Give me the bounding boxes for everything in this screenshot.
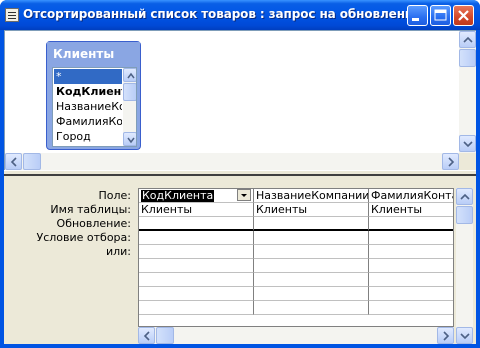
- maximize-icon: [434, 9, 447, 21]
- grid-cell-empty[interactable]: [369, 259, 453, 273]
- grid-hscroll-thumb[interactable]: [156, 327, 174, 344]
- maximize-button[interactable]: [430, 5, 451, 26]
- grid-hscrollbar[interactable]: [138, 327, 454, 344]
- chevron-up-icon: [460, 193, 470, 200]
- field-dropdown-button[interactable]: [237, 189, 251, 201]
- grid-cell-or[interactable]: [369, 245, 453, 259]
- field-list-scrollbar[interactable]: [123, 68, 136, 146]
- grid-cell-empty[interactable]: [254, 287, 369, 301]
- table-area-scroll-up[interactable]: [459, 31, 476, 48]
- chevron-down-icon: [460, 333, 470, 340]
- row-label-criteria: Условие отбора:: [36, 231, 132, 244]
- row-label-table: Имя таблицы:: [50, 203, 131, 216]
- field-list-scroll-down[interactable]: [123, 132, 136, 146]
- grid-cell-criteria[interactable]: [369, 231, 453, 245]
- close-button[interactable]: [453, 5, 474, 26]
- field-list-scroll-up[interactable]: [123, 68, 136, 82]
- table-area-hscroll-thumb[interactable]: [23, 153, 41, 170]
- field-list-item[interactable]: ФамилияКонтакта: [54, 114, 122, 129]
- grid-scroll-right[interactable]: [437, 327, 454, 344]
- grid-cell-empty[interactable]: [254, 259, 369, 273]
- table-list-box[interactable]: Клиенты * КодКлиента НазваниеКомпании Фа…: [46, 41, 141, 150]
- chevron-down-icon: [241, 194, 247, 197]
- table-area[interactable]: Клиенты * КодКлиента НазваниеКомпании Фа…: [4, 30, 476, 170]
- field-list-scroll-thumb[interactable]: [123, 83, 136, 101]
- field-list-item[interactable]: *: [54, 69, 122, 84]
- grid-scroll-up[interactable]: [456, 188, 473, 205]
- grid-cell-update[interactable]: [254, 217, 369, 231]
- chevron-right-icon: [443, 331, 450, 341]
- window-client-area: Клиенты * КодКлиента НазваниеКомпании Фа…: [4, 30, 476, 344]
- chevron-down-icon: [463, 141, 473, 148]
- grid-scroll-left[interactable]: [138, 327, 155, 344]
- field-list[interactable]: * КодКлиента НазваниеКомпании ФамилияКон…: [52, 67, 137, 147]
- row-label-field: Поле:: [98, 189, 131, 202]
- window-title: Отсортированный список товаров : запрос …: [23, 7, 422, 21]
- grid-cell-update[interactable]: [369, 217, 453, 231]
- chevron-down-icon: [127, 137, 135, 144]
- field-value: КодКлиента: [141, 189, 215, 202]
- grid-cell-empty[interactable]: [139, 301, 254, 315]
- grid-cell-empty[interactable]: [369, 273, 453, 287]
- scroll-corner: [459, 153, 476, 170]
- grid-cell-table[interactable]: Клиенты: [254, 203, 369, 217]
- grid-vscrollbar[interactable]: [456, 188, 473, 344]
- chevron-left-icon: [10, 157, 17, 167]
- field-list-item[interactable]: Город: [54, 129, 122, 144]
- grid-cell-empty[interactable]: [254, 273, 369, 287]
- query-window: Отсортированный список товаров : запрос …: [0, 0, 480, 348]
- chevron-right-icon: [448, 157, 455, 167]
- grid-cell-update[interactable]: [139, 217, 254, 231]
- field-list-item[interactable]: НазваниеКомпании: [54, 99, 122, 114]
- row-label-update: Обновление:: [56, 217, 131, 230]
- row-label-or: или:: [105, 245, 131, 258]
- table-area-vscroll-thumb[interactable]: [459, 49, 476, 67]
- design-grid[interactable]: КодКлиента Клиенты НазваниеКомпании Клие…: [138, 188, 454, 327]
- chevron-up-icon: [463, 36, 473, 43]
- table-area-scroll-left[interactable]: [5, 153, 22, 170]
- grid-vscroll-thumb[interactable]: [456, 206, 473, 224]
- query-window-icon[interactable]: [5, 8, 19, 22]
- grid-cell-empty[interactable]: [254, 301, 369, 315]
- table-area-scroll-down[interactable]: [459, 135, 476, 152]
- grid-cell-criteria[interactable]: [254, 231, 369, 245]
- grid-cell-field[interactable]: ФамилияКонтакта: [369, 189, 453, 203]
- design-grid-area: Поле: Имя таблицы: Обновление: Условие о…: [4, 176, 476, 344]
- grid-cell-field[interactable]: КодКлиента: [139, 189, 254, 203]
- title-bar[interactable]: Отсортированный список товаров : запрос …: [0, 0, 480, 30]
- chevron-left-icon: [143, 331, 150, 341]
- chevron-up-icon: [127, 72, 135, 79]
- grid-cell-empty[interactable]: [369, 287, 453, 301]
- grid-cell-table[interactable]: Клиенты: [369, 203, 453, 217]
- grid-cell-criteria[interactable]: [139, 231, 254, 245]
- grid-cell-field[interactable]: НазваниеКомпании: [254, 189, 369, 203]
- grid-cell-empty[interactable]: [139, 259, 254, 273]
- minimize-button[interactable]: [407, 5, 428, 26]
- grid-cell-empty[interactable]: [139, 273, 254, 287]
- table-area-scroll-right[interactable]: [442, 153, 459, 170]
- table-area-vscrollbar[interactable]: [459, 31, 476, 153]
- table-area-hscrollbar[interactable]: [5, 153, 459, 170]
- minimize-icon: [412, 18, 419, 21]
- grid-cell-empty[interactable]: [369, 301, 453, 315]
- field-list-item[interactable]: КодКлиента: [54, 84, 122, 99]
- grid-cell-table[interactable]: Клиенты: [139, 203, 254, 217]
- grid-cell-or[interactable]: [254, 245, 369, 259]
- table-box-title[interactable]: Клиенты: [47, 42, 140, 66]
- grid-cell-or[interactable]: [139, 245, 254, 259]
- grid-scroll-down[interactable]: [456, 327, 473, 344]
- grid-cell-empty[interactable]: [139, 287, 254, 301]
- close-icon: [458, 10, 469, 21]
